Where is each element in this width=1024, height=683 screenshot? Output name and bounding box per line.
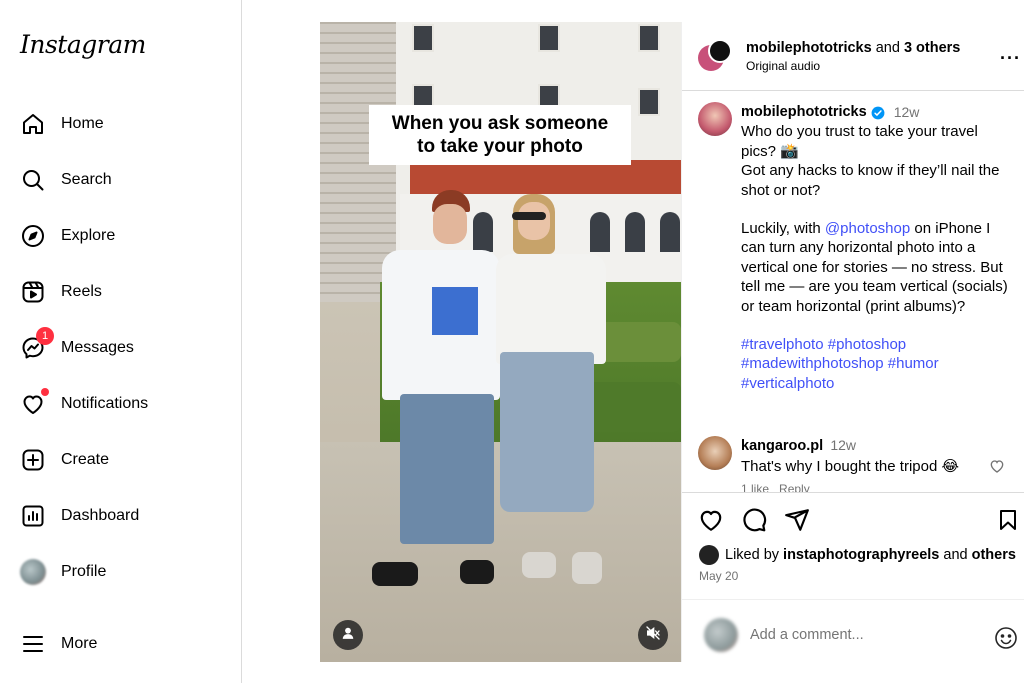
window — [625, 212, 645, 252]
plus-square-icon — [20, 447, 46, 473]
search-icon — [20, 167, 46, 193]
compass-icon — [20, 223, 46, 249]
avatar — [20, 559, 46, 585]
profile-icon-wrap — [20, 559, 46, 585]
comment-like-icon[interactable] — [989, 458, 1005, 479]
avatar[interactable] — [698, 436, 732, 470]
post-caption: mobilephototricks 12w Who do you trust t… — [741, 103, 1011, 393]
add-comment-bar — [682, 599, 1024, 663]
post-media[interactable]: When you ask someone to take your photo — [320, 22, 681, 662]
comment-input[interactable] — [750, 624, 970, 646]
sidebar-item-label: Search — [61, 171, 112, 188]
post-header: mobilephototricks and 3 others Original … — [682, 22, 1024, 91]
sidebar-item-home[interactable]: Home — [20, 104, 230, 144]
caption-hashtags[interactable]: #travelphoto #photoshop #madewithphotosh… — [741, 335, 1011, 393]
window — [473, 212, 493, 252]
sidebar-item-explore[interactable]: Explore — [20, 216, 230, 256]
overlay-line: When you ask someone — [391, 113, 609, 134]
tagged-users-button[interactable] — [333, 620, 363, 650]
collaborators-link[interactable]: 3 others — [904, 40, 960, 56]
post-date[interactable]: May 20 — [699, 569, 738, 583]
comment-text: That's why I bought the tripod 😂 — [741, 458, 960, 475]
avatar[interactable] — [698, 102, 732, 136]
sidebar-item-label: Home — [61, 115, 104, 132]
sidebar-item-search[interactable]: Search — [20, 160, 230, 200]
sidebar-item-more[interactable]: More — [20, 624, 230, 664]
window — [638, 88, 660, 116]
sidebar-item-label: Dashboard — [61, 507, 140, 524]
verified-badge-icon — [871, 106, 885, 120]
muted-speaker-icon — [645, 625, 661, 646]
liked-by-user[interactable]: instaphotographyreels — [783, 547, 939, 563]
dashboard-icon — [20, 503, 46, 529]
comment-icon[interactable] — [741, 507, 767, 533]
sidebar-item-label: Reels — [61, 283, 102, 300]
comment-username[interactable]: kangaroo.pl — [741, 438, 823, 454]
window — [638, 24, 660, 52]
audio-link[interactable]: Original audio — [746, 59, 820, 73]
sidebar-item-dashboard[interactable]: Dashboard — [20, 496, 230, 536]
bookmark-icon[interactable] — [996, 507, 1022, 533]
caption-line: Got any hacks to know if they’ll nail th… — [741, 162, 1000, 199]
liked-by: Liked by instaphotographyreels and other… — [699, 545, 1016, 565]
liked-by-prefix: Liked by — [725, 547, 784, 563]
avatar — [704, 618, 738, 652]
share-icon[interactable] — [784, 507, 810, 533]
caption-paragraph: Luckily, with @photoshop on iPhone I can… — [741, 219, 1011, 316]
liked-by-others[interactable]: others — [972, 547, 1016, 563]
more-options-icon[interactable]: ··· — [1000, 48, 1021, 69]
caption-text: Luckily, with — [741, 220, 825, 238]
avatar[interactable] — [708, 39, 732, 63]
sidebar-item-create[interactable]: Create — [20, 440, 230, 480]
like-icon[interactable] — [698, 507, 724, 533]
sidebar-item-label: Explore — [61, 227, 116, 244]
caption-age: 12w — [893, 104, 920, 120]
comment-item: kangaroo.pl 12w That's why I bought the … — [741, 436, 991, 499]
emoji-icon[interactable] — [994, 626, 1018, 655]
sidebar-item-label: Profile — [61, 563, 107, 580]
sidebar-item-label: Create — [61, 451, 110, 468]
avatar[interactable] — [699, 545, 719, 565]
sidebar-item-profile[interactable]: Profile — [20, 552, 230, 592]
sidebar-item-label: Messages — [61, 339, 134, 356]
instagram-logo[interactable]: Instagram — [20, 30, 146, 59]
author-username[interactable]: mobilephototricks — [746, 40, 872, 56]
header-title: mobilephototricks and 3 others — [746, 40, 960, 56]
comment-age: 12w — [830, 437, 857, 453]
messages-badge: 1 — [36, 327, 54, 345]
messenger-icon: 1 — [20, 327, 54, 361]
liked-by-and: and — [939, 547, 972, 563]
post-details-panel: mobilephototricks and 3 others Original … — [681, 22, 1024, 662]
sidebar: Instagram Home Search Explore Reels 1 Me… — [0, 0, 242, 683]
home-icon — [20, 111, 46, 137]
sidebar-item-reels[interactable]: Reels — [20, 272, 230, 312]
window — [538, 24, 560, 52]
caption-line: Who do you trust to take your travel pic… — [741, 123, 978, 160]
reels-icon — [20, 279, 46, 305]
window — [412, 24, 434, 52]
sidebar-item-label: More — [61, 635, 98, 652]
window — [590, 212, 610, 252]
mute-button[interactable] — [638, 620, 668, 650]
and-text: and — [871, 40, 904, 56]
window — [660, 212, 680, 252]
sidebar-item-messages[interactable]: 1 Messages — [20, 327, 230, 368]
video-text-overlay: When you ask someone to take your photo — [369, 105, 631, 165]
notification-dot — [41, 388, 49, 396]
user-icon — [341, 626, 355, 645]
hedge — [585, 382, 681, 432]
heart-icon — [20, 388, 49, 417]
menu-icon — [20, 631, 46, 657]
post-actions: Liked by instaphotographyreels and other… — [682, 492, 1024, 662]
mention-link[interactable]: @photoshop — [825, 220, 910, 237]
overlay-line: to take your photo — [417, 136, 583, 157]
sidebar-item-notifications[interactable]: Notifications — [20, 384, 230, 424]
caption-username[interactable]: mobilephototricks — [741, 103, 867, 122]
sidebar-item-label: Notifications — [61, 395, 149, 412]
